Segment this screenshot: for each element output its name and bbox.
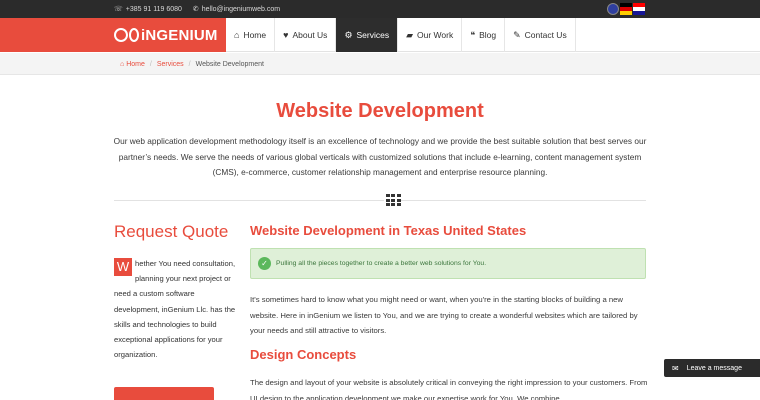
leave-message-button[interactable]: ✉ Leave a message: [664, 359, 760, 377]
breadcrumb-separator: /: [149, 60, 152, 68]
main-navigation: iNGENIUM ⌂ Home ♥ About Us ⚙ Services ▰ …: [0, 18, 760, 52]
request-quote-text: W hether You need consultation, planning…: [114, 256, 242, 362]
nav-menu: ⌂ Home ♥ About Us ⚙ Services ▰ Our Work …: [226, 18, 576, 52]
phone-icon: ☏: [114, 6, 123, 13]
eu-flag-icon[interactable]: [607, 3, 619, 15]
nav-item-home[interactable]: ⌂ Home: [226, 18, 276, 52]
email-link[interactable]: hello@ingeniumweb.com: [202, 6, 280, 13]
nav-item-contact-us[interactable]: ✎ Contact Us: [505, 18, 576, 52]
site-logo[interactable]: iNGENIUM: [114, 18, 218, 52]
logo-mark-icon: [114, 28, 128, 42]
request-quote-heading: Request Quote: [114, 222, 229, 241]
comments-icon: ❝: [470, 29, 476, 40]
edit-icon: ✎: [513, 29, 521, 40]
nav-item-label: Contact Us: [524, 30, 567, 40]
heart-icon: ♥: [283, 30, 289, 40]
dropcap: W: [114, 258, 132, 276]
breadcrumb-separator: /: [188, 60, 191, 68]
check-circle-icon: ✓: [258, 257, 271, 270]
croatian-flag-icon[interactable]: [633, 3, 645, 15]
logo-mark-icon: [129, 28, 139, 42]
top-bar: ☏ +385 91 119 6080 ✆ hello@ingeniumweb.c…: [0, 0, 760, 18]
section-heading: Website Development in Texas United Stat…: [250, 223, 527, 238]
nav-item-label: Services: [356, 30, 390, 40]
content-paragraph: The design and layout of your website is…: [250, 378, 648, 400]
nav-item-label: About Us: [292, 30, 328, 40]
request-quote-button[interactable]: [114, 387, 214, 400]
phone-number[interactable]: +385 91 119 6080: [126, 6, 182, 13]
nav-item-our-work[interactable]: ▰ Our Work: [398, 18, 463, 52]
nav-item-label: Blog: [479, 30, 497, 40]
chat-label: Leave a message: [686, 364, 742, 372]
gears-icon: ⚙: [344, 29, 353, 40]
breadcrumb-current: Website Development: [195, 60, 264, 68]
section-divider: [114, 200, 646, 201]
page-title: Website Development: [276, 100, 484, 122]
breadcrumb-services[interactable]: Services: [157, 61, 184, 68]
success-alert: ✓ Pulling all the pieces together to cre…: [250, 248, 646, 279]
message-icon: ✉: [672, 363, 679, 373]
nav-item-label: Our Work: [417, 30, 454, 40]
nav-item-about-us[interactable]: ♥ About Us: [275, 18, 337, 52]
design-concepts-heading: Design Concepts: [250, 347, 357, 362]
home-icon: ⌂: [234, 30, 240, 40]
contact-info: ☏ +385 91 119 6080 ✆ hello@ingeniumweb.c…: [114, 0, 280, 18]
briefcase-icon: ▰: [406, 29, 414, 40]
breadcrumb: ⌂ Home / Services / Website Development: [0, 53, 760, 75]
alert-text: Pulling all the pieces together to creat…: [276, 260, 487, 267]
grid-icon: [384, 193, 401, 207]
nav-item-label: Home: [243, 30, 267, 40]
nav-item-blog[interactable]: ❝ Blog: [462, 18, 506, 52]
content-paragraph: It's sometimes hard to know what you mig…: [250, 295, 638, 335]
nav-item-services[interactable]: ⚙ Services: [336, 18, 399, 52]
breadcrumb-home[interactable]: ⌂ Home: [120, 61, 145, 68]
home-icon: ⌂: [120, 60, 125, 68]
logo-text: iNGENIUM: [141, 26, 218, 44]
skype-icon: ✆: [192, 6, 199, 13]
request-quote-body: hether You need consultation, planning y…: [114, 259, 236, 360]
language-selector: [607, 3, 645, 15]
german-flag-icon[interactable]: [620, 3, 632, 15]
intro-paragraph: Our web application development methodol…: [113, 136, 647, 177]
